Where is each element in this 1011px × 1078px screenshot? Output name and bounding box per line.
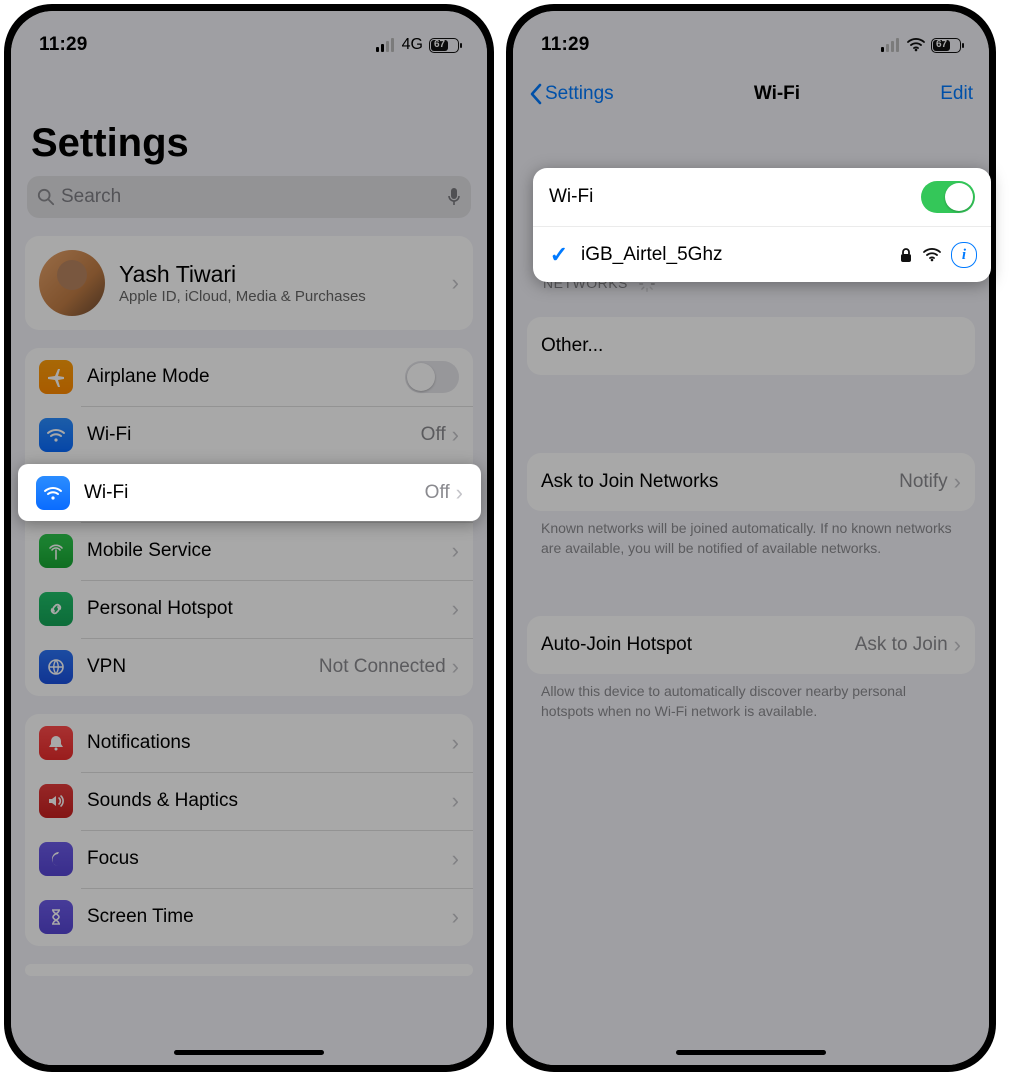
mic-icon xyxy=(447,187,461,207)
nav-title: Wi-Fi xyxy=(754,83,800,105)
back-button[interactable]: Settings xyxy=(529,83,614,105)
chevron-right-icon: › xyxy=(446,654,459,680)
bell-icon xyxy=(39,726,73,760)
status-bar: 11:29 67 xyxy=(513,11,989,73)
bluetooth-icon xyxy=(39,476,73,510)
row-hotspot[interactable]: Personal Hotspot › xyxy=(25,580,473,638)
row-focus[interactable]: Focus › xyxy=(25,830,473,888)
spinner-icon xyxy=(638,275,656,293)
row-bluetooth[interactable]: Bluetooth On › xyxy=(25,464,473,522)
antenna-icon xyxy=(39,534,73,568)
avatar xyxy=(39,250,105,316)
row-screentime[interactable]: Screen Time › xyxy=(25,888,473,946)
row-sounds[interactable]: Sounds & Haptics › xyxy=(25,772,473,830)
chevron-right-icon: › xyxy=(446,596,459,622)
row-value: Ask to Join xyxy=(855,634,948,656)
row-other[interactable]: Other... xyxy=(527,317,975,375)
auto-footer: Allow this device to automatically disco… xyxy=(513,674,989,721)
row-label: Notifications xyxy=(87,732,446,754)
row-notifications[interactable]: Notifications › xyxy=(25,714,473,772)
ask-footer: Known networks will be joined automatica… xyxy=(513,511,989,558)
chevron-right-icon: › xyxy=(446,730,459,756)
network-label: 4G xyxy=(402,36,423,54)
row-label: Ask to Join Networks xyxy=(541,471,899,493)
row-auto-join[interactable]: Auto-Join Hotspot Ask to Join › xyxy=(527,616,975,674)
row-label: Auto-Join Hotspot xyxy=(541,634,855,656)
networks-card: Other... xyxy=(527,317,975,375)
globe-icon xyxy=(39,650,73,684)
wifi-status-icon xyxy=(907,38,925,52)
speaker-icon xyxy=(39,784,73,818)
row-label: Other... xyxy=(541,335,961,357)
profile-name: Yash Tiwari xyxy=(119,261,446,288)
nav-bar: Settings Wi-Fi Edit xyxy=(513,73,989,115)
profile-card[interactable]: Yash Tiwari Apple ID, iCloud, Media & Pu… xyxy=(25,236,473,330)
chevron-right-icon: › xyxy=(446,846,459,872)
chevron-left-icon xyxy=(529,83,543,105)
row-wifi[interactable]: Wi-Fi Off › xyxy=(25,406,473,464)
chevron-right-icon: › xyxy=(446,480,459,506)
home-indicator[interactable] xyxy=(174,1050,324,1055)
search-icon xyxy=(37,188,55,206)
row-value: On xyxy=(420,482,445,504)
row-label: Airplane Mode xyxy=(87,366,405,388)
edit-button[interactable]: Edit xyxy=(940,83,973,105)
chevron-right-icon: › xyxy=(948,632,961,658)
wifi-icon xyxy=(39,418,73,452)
chevron-right-icon: › xyxy=(446,538,459,564)
row-label: Screen Time xyxy=(87,906,446,928)
search-input[interactable]: Search xyxy=(27,176,471,218)
cellular-icon xyxy=(881,38,901,52)
chevron-right-icon: › xyxy=(446,904,459,930)
link-icon xyxy=(39,592,73,626)
networks-header: NETWORKS xyxy=(513,245,989,299)
row-value: Not Connected xyxy=(319,656,446,678)
hourglass-icon xyxy=(39,900,73,934)
chevron-right-icon: › xyxy=(446,270,459,296)
auto-card: Auto-Join Hotspot Ask to Join › xyxy=(527,616,975,674)
chevron-right-icon: › xyxy=(948,469,961,495)
page-title: Settings xyxy=(11,73,487,172)
row-label: Wi-Fi xyxy=(87,424,421,446)
chevron-right-icon: › xyxy=(446,788,459,814)
status-time: 11:29 xyxy=(39,34,88,56)
airplane-toggle[interactable] xyxy=(405,361,459,393)
row-vpn[interactable]: VPN Not Connected › xyxy=(25,638,473,696)
row-label: Bluetooth xyxy=(87,482,420,504)
row-label: VPN xyxy=(87,656,319,678)
settings-group-system: Notifications › Sounds & Haptics › Focus… xyxy=(25,714,473,946)
search-placeholder: Search xyxy=(61,186,441,208)
cellular-icon xyxy=(376,38,396,52)
row-label: Personal Hotspot xyxy=(87,598,446,620)
chevron-right-icon: › xyxy=(446,422,459,448)
row-value: Off xyxy=(421,424,446,446)
back-label: Settings xyxy=(545,83,614,105)
row-value: Notify xyxy=(899,471,948,493)
profile-sub: Apple ID, iCloud, Media & Purchases xyxy=(119,288,446,305)
row-mobile-service[interactable]: Mobile Service › xyxy=(25,522,473,580)
home-indicator[interactable] xyxy=(676,1050,826,1055)
ask-card: Ask to Join Networks Notify › xyxy=(527,453,975,511)
row-label: Focus xyxy=(87,848,446,870)
settings-screen: 11:29 4G 67 Settings Search xyxy=(11,11,487,1065)
status-time: 11:29 xyxy=(541,34,590,56)
row-label: Sounds & Haptics xyxy=(87,790,446,812)
settings-group-peek xyxy=(25,964,473,976)
status-bar: 11:29 4G 67 xyxy=(11,11,487,73)
settings-group-connectivity: Airplane Mode Wi-Fi Off › Bluetooth On › xyxy=(25,348,473,696)
battery-icon: 67 xyxy=(429,38,459,53)
row-label: Mobile Service xyxy=(87,540,446,562)
wifi-screen: 11:29 67 Settings Wi-Fi Edit xyxy=(513,11,989,1065)
moon-icon xyxy=(39,842,73,876)
battery-icon: 67 xyxy=(931,38,961,53)
airplane-icon xyxy=(39,360,73,394)
row-airplane[interactable]: Airplane Mode xyxy=(25,348,473,406)
row-ask-join[interactable]: Ask to Join Networks Notify › xyxy=(527,453,975,511)
